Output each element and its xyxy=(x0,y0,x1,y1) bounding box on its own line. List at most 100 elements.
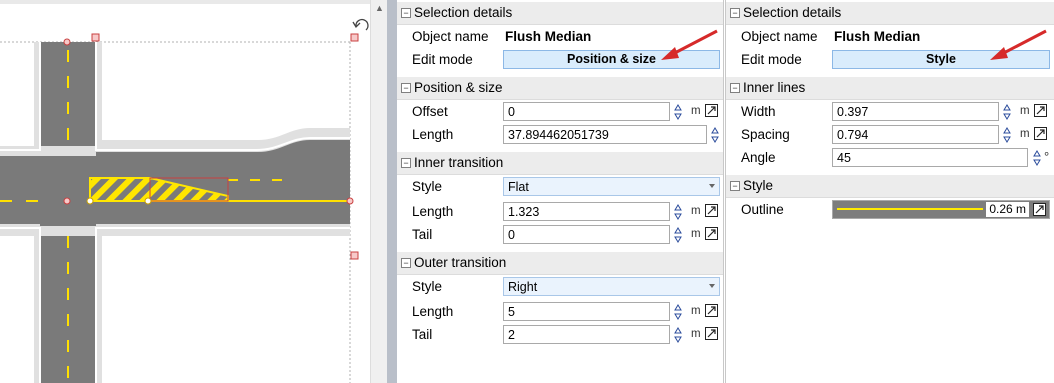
outline-style-picker[interactable]: 0.26 m xyxy=(832,200,1050,219)
expand-icon[interactable] xyxy=(1033,203,1046,216)
section-outer-transition[interactable]: − Outer transition xyxy=(397,252,723,275)
spacing-input[interactable]: 0.794 xyxy=(832,125,999,144)
tail-label: Tail xyxy=(412,327,433,342)
inner-tail-input[interactable]: 0 xyxy=(503,225,670,244)
inner-style-row: Style Flat xyxy=(397,175,723,198)
outline-label: Outline xyxy=(741,202,784,217)
vertical-scrollbar[interactable]: ▲ xyxy=(370,0,387,383)
outline-preview-line xyxy=(837,208,983,210)
splitter[interactable] xyxy=(387,0,397,383)
section-title: Inner transition xyxy=(414,155,504,170)
length-label: Length xyxy=(412,304,454,319)
width-label: Width xyxy=(741,104,776,119)
outer-length-input[interactable]: 5 xyxy=(503,302,670,321)
control-handle[interactable] xyxy=(63,197,71,205)
spinner-icon[interactable] xyxy=(674,327,682,343)
section-style[interactable]: − Style xyxy=(726,175,1054,198)
unit-label: m xyxy=(691,105,701,117)
collapse-toggle-icon[interactable]: − xyxy=(730,181,740,191)
spinner-icon[interactable] xyxy=(674,204,682,220)
spinner-icon[interactable] xyxy=(1003,127,1011,143)
collapse-toggle-icon[interactable]: − xyxy=(401,258,411,268)
inner-style-select[interactable]: Flat xyxy=(503,177,720,196)
length-label: Length xyxy=(412,127,454,142)
length-row: Length 37.894462051739 xyxy=(397,123,723,146)
control-handle[interactable] xyxy=(86,197,94,205)
unit-label: m xyxy=(1020,105,1030,117)
unit-label: m xyxy=(691,328,701,340)
offset-input[interactable]: 0 xyxy=(503,102,670,121)
control-handle[interactable] xyxy=(144,197,152,205)
properties-panel-style: − Selection details Object name Flush Me… xyxy=(725,0,1054,383)
ruler xyxy=(0,0,370,4)
collapse-toggle-icon[interactable]: − xyxy=(401,83,411,93)
resize-handle[interactable] xyxy=(91,33,100,42)
edit-mode-label: Edit mode xyxy=(412,52,473,67)
outer-tail-input[interactable]: 2 xyxy=(503,325,670,344)
width-input[interactable]: 0.397 xyxy=(832,102,999,121)
object-name-value: Flush Median xyxy=(505,29,592,44)
section-title: Inner lines xyxy=(743,80,806,95)
tail-label: Tail xyxy=(412,227,433,242)
expand-icon[interactable] xyxy=(705,204,718,217)
expand-icon[interactable] xyxy=(705,227,718,240)
section-title: Selection details xyxy=(414,5,513,20)
expand-icon[interactable] xyxy=(1034,127,1047,140)
inner-tail-row: Tail 0 m xyxy=(397,223,723,246)
length-input[interactable]: 37.894462051739 xyxy=(503,125,707,144)
spinner-icon[interactable] xyxy=(674,104,682,120)
scroll-up-arrow-icon[interactable]: ▲ xyxy=(375,4,384,13)
spacing-row: Spacing 0.794 m xyxy=(726,123,1054,146)
section-title: Style xyxy=(743,178,774,193)
unit-label: m xyxy=(1020,128,1030,140)
object-name-value: Flush Median xyxy=(834,29,921,44)
section-inner-transition[interactable]: − Inner transition xyxy=(397,152,723,175)
collapse-toggle-icon[interactable]: − xyxy=(730,83,740,93)
properties-panel-position-size: − Selection details Object name Flush Me… xyxy=(397,0,724,383)
angle-input[interactable]: 45 xyxy=(832,148,1028,167)
drawing-canvas[interactable]: ▲ xyxy=(0,0,387,383)
object-name-label: Object name xyxy=(412,29,489,44)
outer-style-row: Style Right xyxy=(397,275,723,298)
unit-label: m xyxy=(691,305,701,317)
collapse-toggle-icon[interactable]: − xyxy=(730,8,740,18)
outer-style-select[interactable]: Right xyxy=(503,277,720,296)
spinner-icon[interactable] xyxy=(1003,104,1011,120)
section-selection-details[interactable]: − Selection details xyxy=(726,2,1054,25)
collapse-toggle-icon[interactable]: − xyxy=(401,8,411,18)
spinner-icon[interactable] xyxy=(711,127,719,143)
unit-label: m xyxy=(691,205,701,217)
expand-icon[interactable] xyxy=(705,304,718,317)
control-handle[interactable] xyxy=(346,197,354,205)
section-title: Selection details xyxy=(743,5,842,20)
inner-length-row: Length 1.323 m xyxy=(397,200,723,223)
collapse-toggle-icon[interactable]: − xyxy=(401,158,411,168)
control-handle[interactable] xyxy=(63,38,71,46)
annotation-arrow-icon xyxy=(990,29,1047,60)
road-drawing[interactable] xyxy=(0,0,387,383)
spacing-label: Spacing xyxy=(741,127,790,142)
spinner-icon[interactable] xyxy=(1033,150,1041,166)
spinner-icon[interactable] xyxy=(674,304,682,320)
width-row: Width 0.397 m xyxy=(726,100,1054,123)
spinner-icon[interactable] xyxy=(674,227,682,243)
annotation-arrow-icon xyxy=(661,29,718,60)
resize-handle[interactable] xyxy=(350,251,359,260)
unit-label: m xyxy=(691,228,701,240)
angle-row: Angle 45 ° xyxy=(726,146,1054,169)
edit-mode-label: Edit mode xyxy=(741,52,802,67)
style-label: Style xyxy=(412,279,443,294)
section-title: Position & size xyxy=(414,80,503,95)
inner-length-input[interactable]: 1.323 xyxy=(503,202,670,221)
section-title: Outer transition xyxy=(414,255,507,270)
section-position-size[interactable]: − Position & size xyxy=(397,77,723,100)
offset-label: Offset xyxy=(412,104,448,119)
expand-icon[interactable] xyxy=(1034,104,1047,117)
section-inner-lines[interactable]: − Inner lines xyxy=(726,77,1054,100)
resize-handle[interactable] xyxy=(350,33,359,42)
section-selection-details[interactable]: − Selection details xyxy=(397,2,723,25)
style-label: Style xyxy=(412,179,443,194)
outer-length-row: Length 5 m xyxy=(397,300,723,323)
expand-icon[interactable] xyxy=(705,104,718,117)
expand-icon[interactable] xyxy=(705,327,718,340)
